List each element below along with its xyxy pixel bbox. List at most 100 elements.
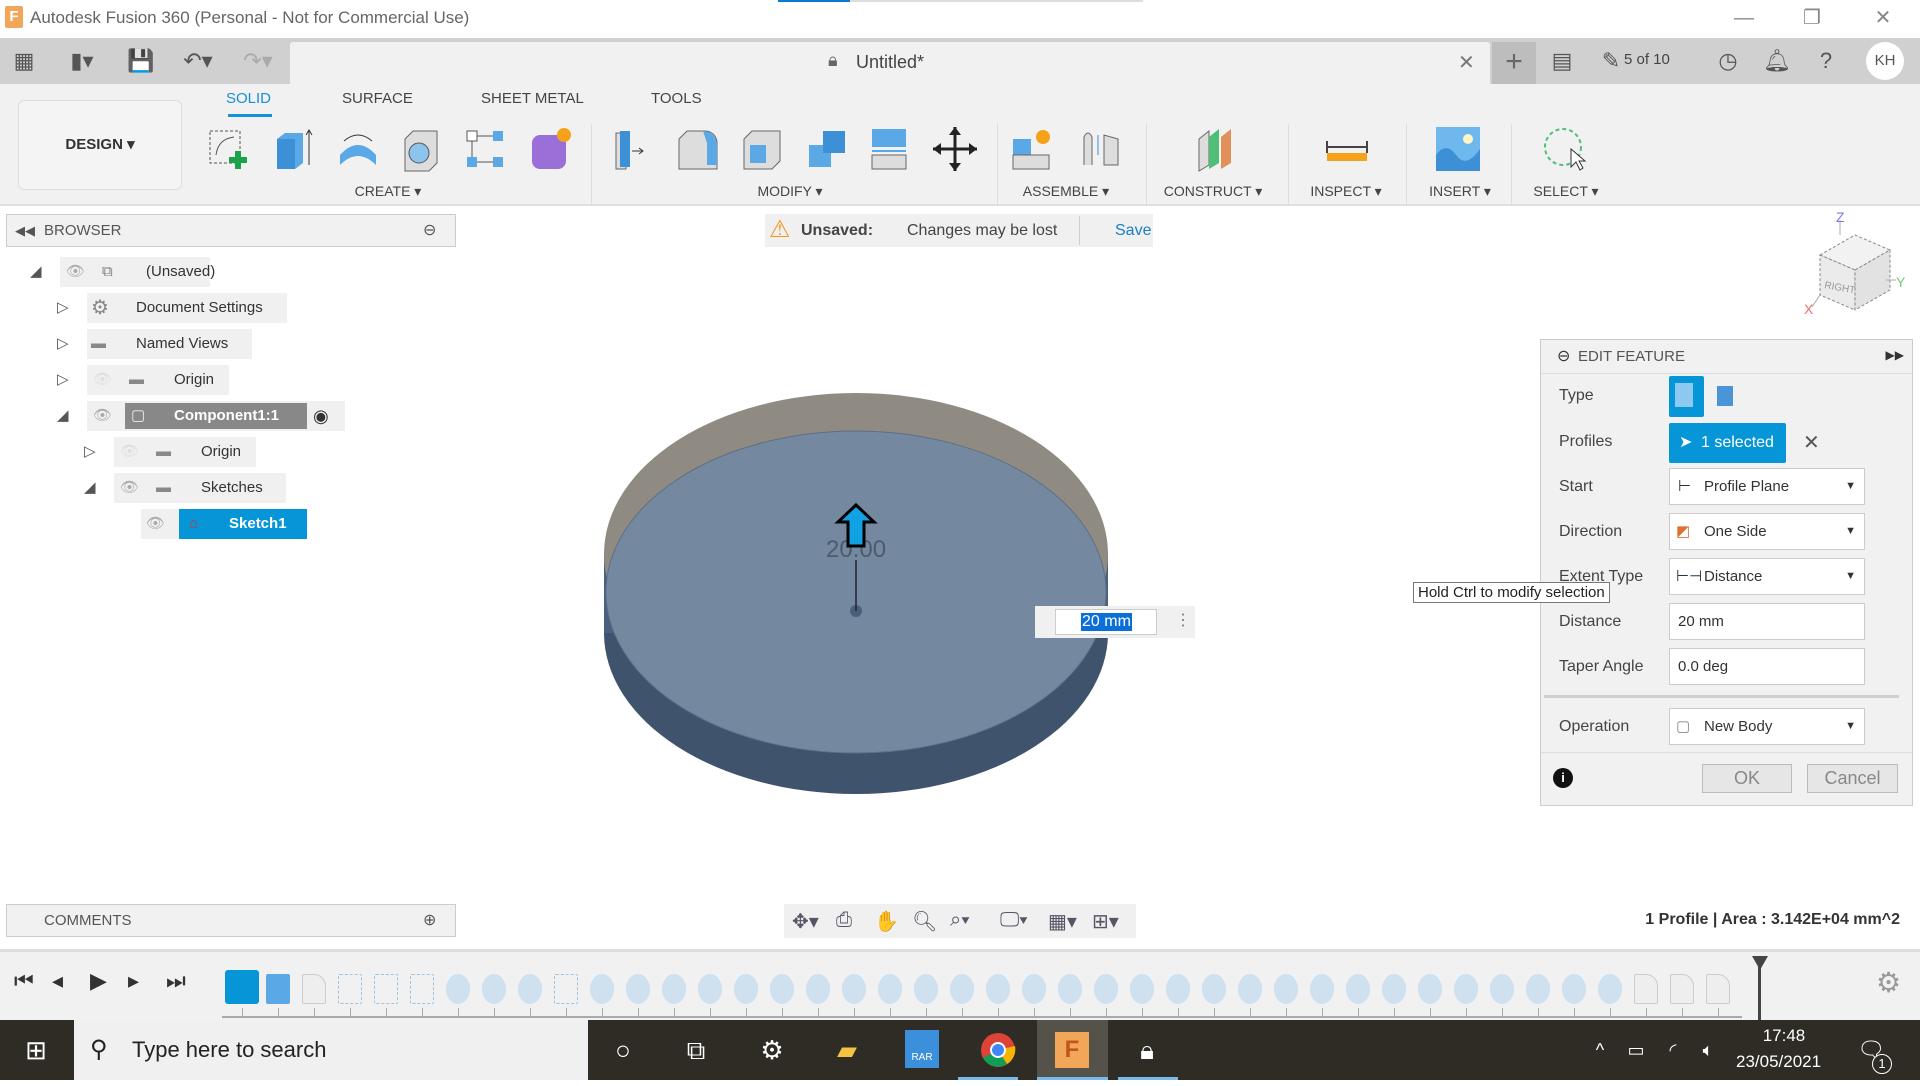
taper-angle-input[interactable]: 0.0 deg: [1669, 648, 1865, 685]
expand-dialog-icon[interactable]: ▶▶: [1886, 348, 1904, 362]
zoom-icon[interactable]: 🔍︎: [912, 909, 937, 934]
play-icon[interactable]: ▶: [90, 968, 107, 994]
document-tab[interactable]: 🔒︎ Untitled* ✕: [290, 42, 1490, 84]
minimize-panel-icon[interactable]: ⊖: [423, 215, 436, 246]
timeline-extrude-icon[interactable]: [266, 974, 290, 1004]
timeline-hole-icon[interactable]: [1526, 974, 1550, 1004]
taskbar-search-box[interactable]: ⚲ Type here to search: [74, 1020, 588, 1080]
timeline-hole-icon[interactable]: [482, 974, 506, 1004]
clock-date[interactable]: 23/05/2021: [1736, 1052, 1821, 1072]
expanded-triangle-icon[interactable]: ◢: [84, 473, 96, 503]
save-link[interactable]: Save: [1115, 214, 1151, 247]
timeline-hole-icon[interactable]: [1490, 974, 1514, 1004]
job-status-icon[interactable]: ✎: [1596, 48, 1626, 74]
collapse-panel-icon[interactable]: ◀◀: [15, 215, 35, 246]
eye-hidden-icon[interactable]: 👁︎: [93, 365, 112, 395]
eye-hidden-icon[interactable]: 👁︎: [120, 437, 139, 467]
timeline-hole-icon[interactable]: [1382, 974, 1406, 1004]
help-icon[interactable]: ?: [1811, 48, 1841, 74]
timeline-hole-icon[interactable]: [1058, 974, 1082, 1004]
timeline-hole-icon[interactable]: [1022, 974, 1046, 1004]
collapsed-triangle-icon[interactable]: ▷: [57, 293, 69, 323]
timeline-sketch-icon[interactable]: [410, 974, 434, 1004]
chrome-icon[interactable]: [978, 1030, 1018, 1070]
comments-panel-header[interactable]: COMMENTS ⊕: [6, 904, 456, 937]
tree-item-origin[interactable]: ▷ 👁︎ ▬ Origin: [57, 365, 257, 395]
timeline-hole-icon[interactable]: [1310, 974, 1334, 1004]
timeline-fillet-icon[interactable]: [302, 974, 326, 1004]
close-window-button[interactable]: ✕: [1863, 4, 1903, 32]
timeline-hole-icon[interactable]: [842, 974, 866, 1004]
go-to-start-icon[interactable]: ⏮: [14, 968, 34, 994]
timeline-hole-icon[interactable]: [1598, 974, 1622, 1004]
eye-icon[interactable]: 👁︎: [120, 473, 139, 503]
tree-item-sketch1[interactable]: 👁︎ ⌂ Sketch1: [141, 509, 311, 539]
expanded-triangle-icon[interactable]: ◢: [57, 401, 69, 431]
select-icon[interactable]: [1541, 125, 1589, 173]
tree-item-origin[interactable]: ▷ 👁︎ ▬ Origin: [84, 437, 284, 467]
minimize-dialog-icon[interactable]: ⊖: [1557, 346, 1570, 366]
tree-item-sketches[interactable]: ◢ 👁︎ ▬ Sketches: [84, 473, 284, 503]
restore-button[interactable]: ❐: [1792, 4, 1832, 32]
timeline-hole-icon[interactable]: [626, 974, 650, 1004]
extrude-drag-arrow-icon[interactable]: [834, 502, 878, 550]
insert-image-icon[interactable]: [1434, 125, 1482, 173]
cancel-button[interactable]: Cancel: [1807, 764, 1898, 793]
timeline-hole-icon[interactable]: [1274, 974, 1298, 1004]
save-icon[interactable]: 💾: [126, 48, 156, 74]
activate-radio-icon[interactable]: ◉: [313, 401, 329, 431]
operation-select[interactable]: ▢New Body▼: [1669, 708, 1865, 745]
insert-menu[interactable]: INSERT ▾: [1429, 183, 1491, 200]
winrar-icon[interactable]: RAR: [905, 1030, 939, 1068]
revolve-icon[interactable]: [334, 125, 382, 173]
viewcube[interactable]: RIGHT Z Y X: [1800, 210, 1910, 325]
clock-icon[interactable]: ◷: [1713, 48, 1743, 74]
modify-menu[interactable]: MODIFY ▾: [757, 183, 822, 200]
eye-icon[interactable]: 👁︎: [66, 257, 85, 287]
job-status-count[interactable]: 5 of 10: [1624, 51, 1670, 68]
pattern-icon[interactable]: [461, 125, 509, 173]
create-form-icon[interactable]: [526, 125, 574, 173]
timeline-sketch-icon[interactable]: [554, 974, 578, 1004]
tab-sheet-metal[interactable]: SHEET METAL: [481, 90, 584, 107]
type-solid-button[interactable]: [1669, 376, 1704, 417]
fillet-icon[interactable]: [673, 125, 721, 173]
move-icon[interactable]: [931, 125, 979, 173]
profiles-selection-button[interactable]: ➤1 selected: [1669, 423, 1786, 463]
timeline-hole-icon[interactable]: [806, 974, 830, 1004]
offset-face-icon[interactable]: [866, 125, 914, 173]
browser-panel-header[interactable]: ◀◀ BROWSER ⊖: [6, 214, 456, 247]
measure-icon[interactable]: [1323, 125, 1371, 173]
ok-button[interactable]: OK: [1702, 764, 1792, 793]
tab-solid[interactable]: SOLID: [226, 90, 271, 107]
collapsed-triangle-icon[interactable]: ▷: [84, 437, 96, 467]
clock-time[interactable]: 17:48: [1756, 1026, 1812, 1046]
cortana-icon[interactable]: ○: [603, 1030, 643, 1070]
timeline-hole-icon[interactable]: [698, 974, 722, 1004]
user-avatar[interactable]: KH: [1866, 42, 1904, 80]
timeline-hole-icon[interactable]: [770, 974, 794, 1004]
volume-icon[interactable]: 🔈︎: [1688, 1030, 1728, 1070]
tab-tools[interactable]: TOOLS: [651, 90, 702, 107]
tree-item-component[interactable]: ◢ 👁︎ ▢ Component1:1 ◉: [57, 401, 357, 431]
add-comment-icon[interactable]: ⊕: [423, 905, 436, 936]
battery-icon[interactable]: ▭: [1616, 1030, 1656, 1070]
file-explorer-icon[interactable]: ▰: [827, 1030, 867, 1070]
more-options-icon[interactable]: ⋮: [1175, 610, 1191, 630]
tree-item-root[interactable]: ◢ 👁︎ ⧉ (Unsaved): [30, 257, 290, 287]
timeline-hole-icon[interactable]: [518, 974, 542, 1004]
timeline-hole-icon[interactable]: [914, 974, 938, 1004]
timeline-hole-icon[interactable]: [590, 974, 614, 1004]
pan-icon[interactable]: ✋: [874, 909, 899, 934]
timeline-hole-icon[interactable]: [878, 974, 902, 1004]
collapsed-triangle-icon[interactable]: ▷: [57, 365, 69, 395]
hole-icon[interactable]: [397, 125, 445, 173]
distance-inline-input[interactable]: 20 mm: [1055, 609, 1157, 635]
extent-type-select[interactable]: ⊢⊣Distance▼: [1669, 558, 1865, 595]
tree-item-document-settings[interactable]: ▷ ⚙ Document Settings: [57, 293, 297, 323]
create-menu[interactable]: CREATE ▾: [355, 183, 422, 200]
timeline-hole-icon[interactable]: [1166, 974, 1190, 1004]
construct-menu[interactable]: CONSTRUCT ▾: [1164, 183, 1263, 200]
distance-input[interactable]: 20 mm: [1669, 603, 1865, 640]
select-menu[interactable]: SELECT ▾: [1533, 183, 1598, 200]
